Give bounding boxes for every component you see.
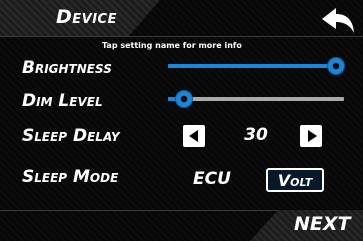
sleep-delay-increase-button[interactable] — [300, 125, 322, 147]
slider-knob[interactable] — [328, 58, 344, 74]
sleep-delay-label[interactable]: Sleep Delay — [22, 126, 120, 146]
slider-knob[interactable] — [176, 91, 192, 107]
brightness-slider[interactable] — [168, 58, 344, 74]
brightness-label[interactable]: Brightness — [22, 58, 112, 78]
info-hint: Tap setting name for more info — [102, 41, 242, 50]
sleep-mode-volt-label: Volt — [277, 171, 313, 190]
arrow-right-icon — [308, 130, 317, 142]
dim-level-slider[interactable] — [168, 91, 344, 107]
arrow-left-icon — [189, 130, 198, 142]
page-title: Device — [56, 6, 117, 28]
next-button[interactable]: NEXT — [294, 213, 351, 235]
header-divider — [0, 36, 363, 37]
dim-level-label[interactable]: Dim Level — [22, 91, 103, 111]
sleep-delay-decrease-button[interactable] — [183, 125, 205, 147]
slider-track — [168, 97, 344, 101]
sleep-mode-volt-option[interactable]: Volt — [266, 168, 324, 192]
back-arrow-icon — [322, 8, 354, 33]
back-button[interactable] — [320, 6, 356, 36]
slider-fill — [168, 64, 336, 68]
sleep-delay-value: 30 — [244, 125, 268, 145]
sleep-mode-ecu-option[interactable]: ECU — [193, 169, 231, 189]
sleep-mode-label[interactable]: Sleep Mode — [22, 167, 118, 187]
device-settings-screen: Device Tap setting name for more info Br… — [0, 0, 363, 241]
